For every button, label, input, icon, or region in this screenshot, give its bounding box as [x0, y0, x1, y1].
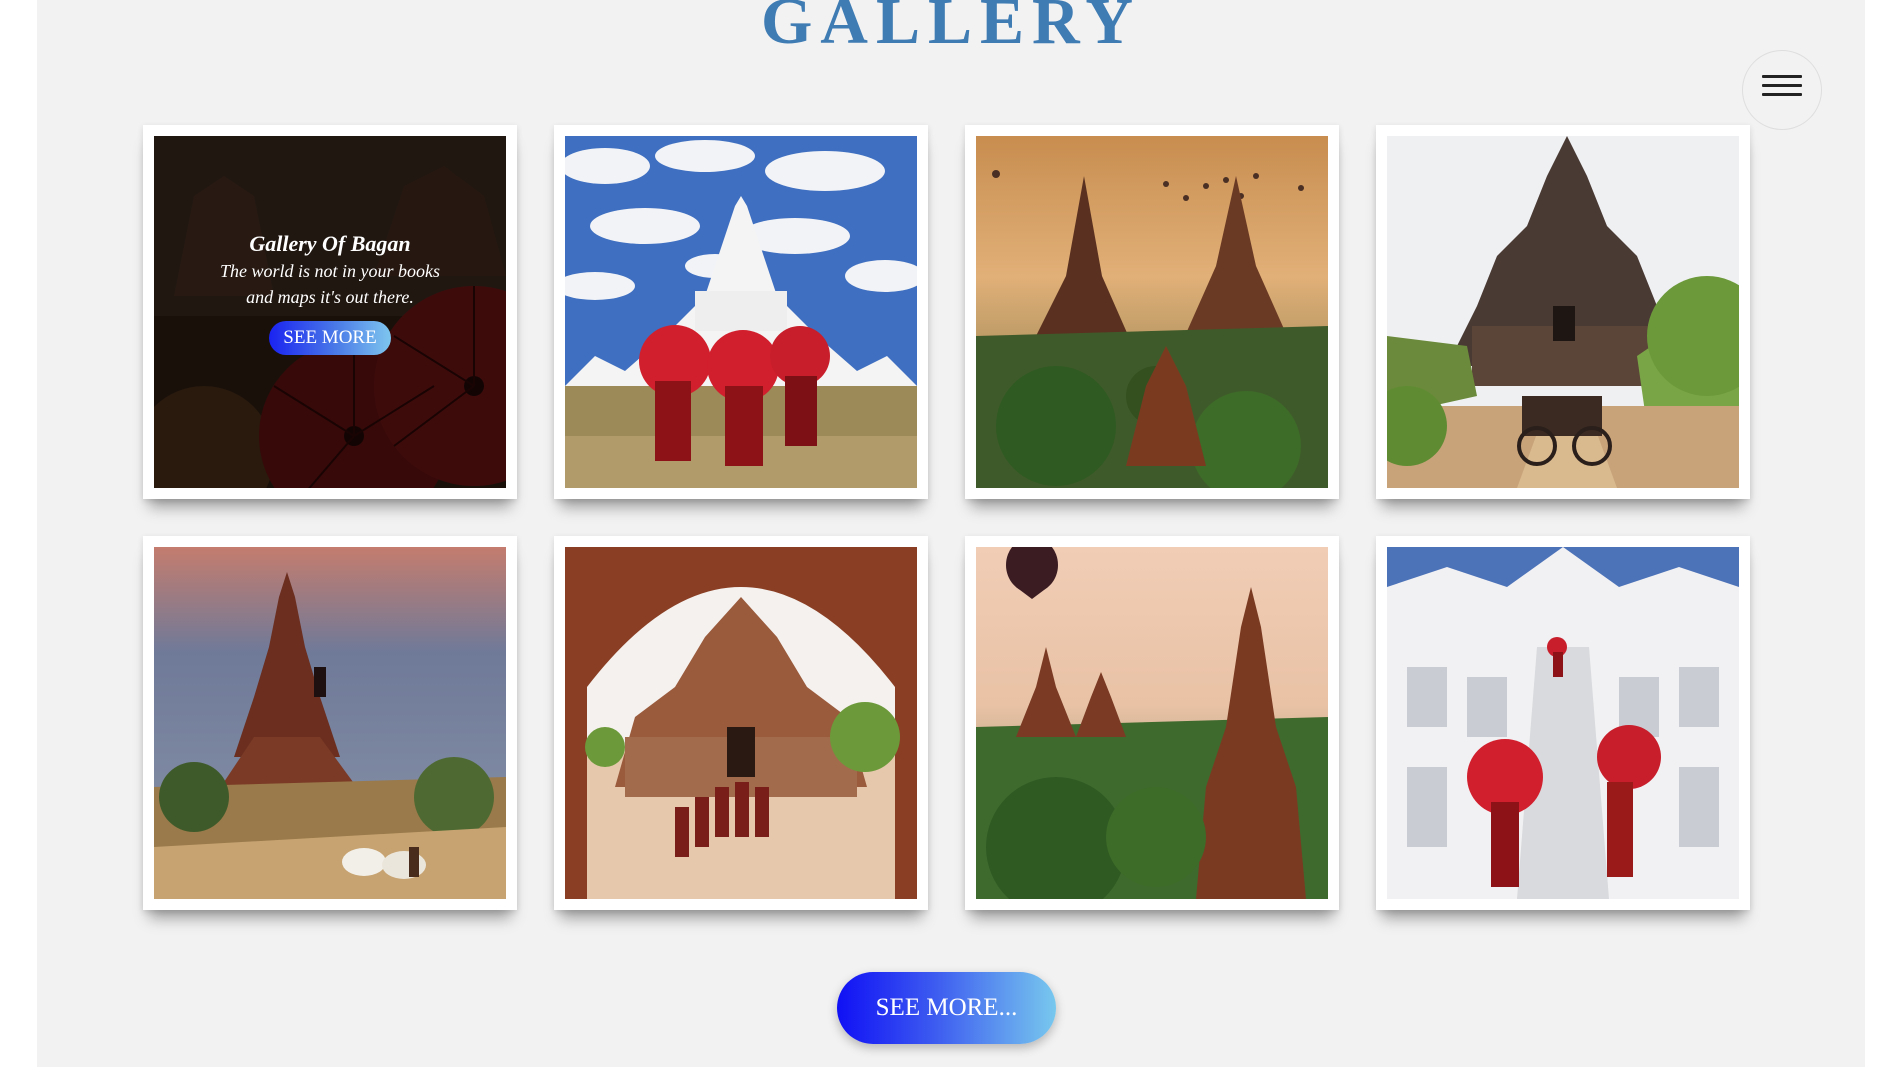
- gallery-card-5[interactable]: [143, 536, 517, 910]
- gallery-card-7[interactable]: [965, 536, 1339, 910]
- page: GALLERY Gallery Of Bagan The world is no…: [37, 0, 1865, 1067]
- gallery-photo-horse-cart: [1387, 136, 1739, 488]
- balloon-over-temples-image: [976, 547, 1328, 899]
- gallery-card-8[interactable]: [1376, 536, 1750, 910]
- page-title: GALLERY: [760, 0, 1142, 58]
- temple-horse-cart-image: [1387, 136, 1739, 488]
- gallery-photo-sunrise: [976, 136, 1328, 488]
- white-stupa-monks-image: [1387, 547, 1739, 899]
- gallery-photo-arch: [565, 547, 917, 899]
- white-pagoda-image: [565, 136, 917, 488]
- featured-title: Gallery Of Bagan: [249, 231, 411, 256]
- featured-tagline-2: and maps it's out there.: [246, 287, 414, 307]
- gallery-card-6[interactable]: [554, 536, 928, 910]
- sunrise-temples-image: [976, 136, 1328, 488]
- gallery-card-3[interactable]: [965, 125, 1339, 499]
- gallery-photo-white-stupa: [1387, 547, 1739, 899]
- temple-ox-cart-image: [154, 547, 506, 899]
- gallery-photo-balloon: [976, 547, 1328, 899]
- featured-tagline-1: The world is not in your books: [219, 261, 440, 281]
- gallery-card-featured[interactable]: Gallery Of Bagan The world is not in you…: [143, 125, 517, 499]
- gallery-photo-ox-cart: [154, 547, 506, 899]
- featured-see-more-button[interactable]: SEE MORE: [269, 321, 391, 355]
- temple-arch-monks-image: [565, 547, 917, 899]
- see-more-button[interactable]: SEE MORE...: [837, 972, 1056, 1044]
- hamburger-menu-button[interactable]: [1742, 50, 1822, 130]
- gallery-card-4[interactable]: [1376, 125, 1750, 499]
- gallery-photo-umbrellas: Gallery Of Bagan The world is not in you…: [154, 136, 506, 488]
- featured-overlay: Gallery Of Bagan The world is not in you…: [154, 136, 506, 488]
- gallery-card-2[interactable]: [554, 125, 928, 499]
- gallery-photo-white-pagoda: [565, 136, 917, 488]
